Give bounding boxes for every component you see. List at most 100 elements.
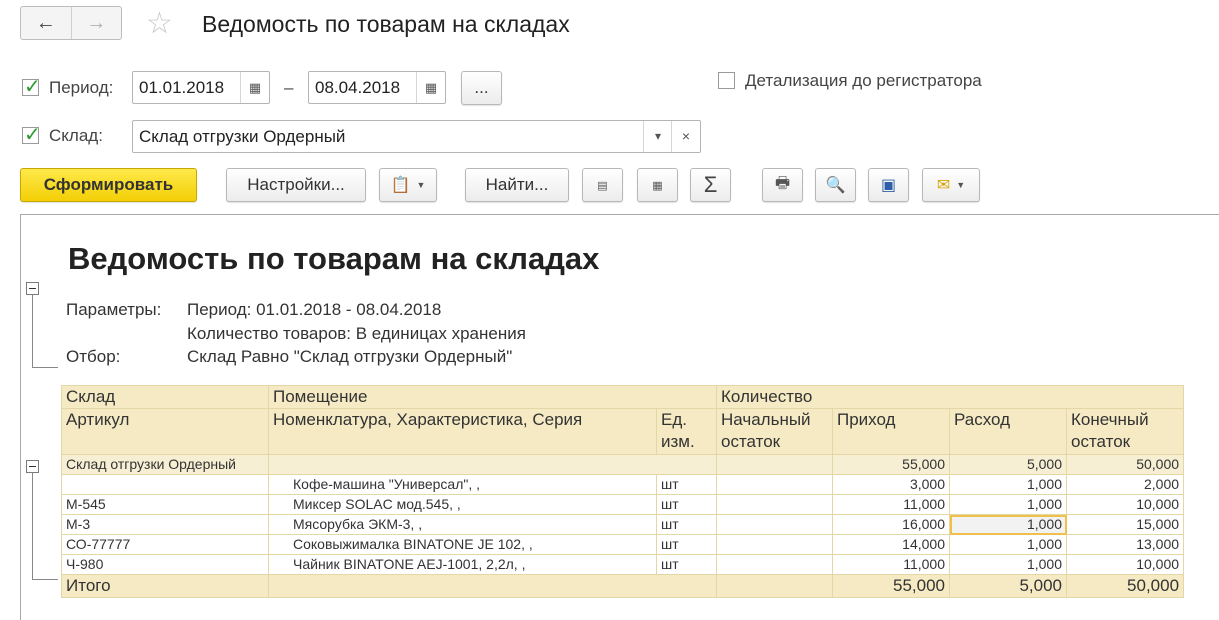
row-closing: 10,000 <box>1065 554 1185 575</box>
header-article: Артикул <box>61 408 269 455</box>
period-select-label: ... <box>474 78 489 97</box>
row-name: Соковыжималка BINATONE JE 102, , <box>268 534 657 555</box>
row-unit: шт <box>656 534 717 555</box>
collapse-group-icon[interactable] <box>26 460 39 473</box>
arrow-left-icon: ← <box>35 11 56 34</box>
total-label: Итого <box>61 574 269 598</box>
back-button[interactable]: ← <box>21 7 71 39</box>
table-row[interactable]: Кофе-машина "Универсал", , шт 3,000 1,00… <box>61 474 1185 495</box>
row-article: М-3 <box>61 514 269 535</box>
total-row[interactable]: Итого 55,000 5,000 50,000 <box>61 574 1185 598</box>
row-incoming: 11,000 <box>832 554 950 575</box>
total-incoming: 55,000 <box>832 574 950 598</box>
group-row[interactable]: Склад отгрузки Ордерный 55,000 5,000 50,… <box>61 454 1185 475</box>
warehouse-value: Склад отгрузки Ордерный <box>139 127 346 146</box>
header-unit: Ед. изм. <box>656 408 717 455</box>
selected-cell[interactable]: 1,000 <box>949 514 1067 535</box>
sum-button[interactable]: Σ <box>690 168 731 202</box>
period-from-field[interactable]: 01.01.2018 ▦ <box>132 71 270 104</box>
row-unit: шт <box>656 494 717 515</box>
group-line <box>32 473 33 579</box>
header-room: Помещение <box>268 385 717 409</box>
group-closing: 50,000 <box>1065 454 1185 475</box>
variants-button[interactable]: 📋 ▼ <box>379 168 437 202</box>
group-opening <box>716 454 833 475</box>
group-incoming: 55,000 <box>832 454 950 475</box>
collapse-groups-button[interactable]: ▤ <box>582 168 623 202</box>
row-closing: 2,000 <box>1065 474 1185 495</box>
table-row[interactable]: Ч-980 Чайник BINATONE AEJ-1001, 2,2л, , … <box>61 554 1185 575</box>
row-article <box>61 474 269 495</box>
checkmark-icon: ✓ <box>24 76 41 98</box>
header-nomenclature: Номенклатура, Характеристика, Серия <box>268 408 657 455</box>
forward-button[interactable]: → <box>70 7 122 39</box>
row-name: Миксер SOLAC мод.545, , <box>268 494 657 515</box>
detail-label: Детализация до регистратора <box>745 71 982 90</box>
row-article: СО-77777 <box>61 534 269 555</box>
warehouse-checkbox[interactable]: ✓ <box>22 124 41 146</box>
params-quantity: Количество товаров: В единицах хранения <box>187 324 526 343</box>
table-row[interactable]: М-545 Миксер SOLAC мод.545, , шт 11,000 … <box>61 494 1185 515</box>
row-incoming: 14,000 <box>832 534 950 555</box>
period-select-button[interactable]: ... <box>461 71 502 105</box>
arrow-right-icon: → <box>86 11 107 34</box>
header-opening: Начальный остаток <box>716 408 833 455</box>
period-to-value: 08.04.2018 <box>315 78 401 97</box>
row-outgoing: 1,000 <box>949 474 1067 495</box>
report-variants-icon: 📋 <box>390 177 411 194</box>
settings-button[interactable]: Настройки... <box>226 168 366 202</box>
preview-icon: 🔍 <box>825 177 846 194</box>
generate-button[interactable]: Сформировать <box>20 168 197 202</box>
row-opening <box>716 534 833 555</box>
preview-button[interactable]: 🔍 <box>815 168 856 202</box>
period-dash: – <box>284 78 294 97</box>
row-opening <box>716 514 833 535</box>
chevron-down-icon: ▼ <box>956 180 966 190</box>
params-label: Параметры: <box>66 300 162 319</box>
group-empty <box>268 454 717 475</box>
row-incoming: 3,000 <box>832 474 950 495</box>
group-outgoing: 5,000 <box>949 454 1067 475</box>
row-unit: шт <box>656 554 717 575</box>
send-button[interactable]: ✉ ▼ <box>922 168 980 202</box>
header-incoming: Приход <box>832 408 950 455</box>
generate-label: Сформировать <box>43 175 174 194</box>
row-opening <box>716 554 833 575</box>
table-row[interactable]: М-3 Мясорубка ЭКМ-3, , шт 16,000 1,000 1… <box>61 514 1185 535</box>
header-outgoing: Расход <box>949 408 1067 455</box>
row-unit: шт <box>656 474 717 495</box>
total-outgoing: 5,000 <box>949 574 1067 598</box>
printer-icon: 🖶 <box>774 174 791 192</box>
detail-checkbox[interactable] <box>718 72 735 89</box>
print-button[interactable]: 🖶 <box>762 168 803 202</box>
period-to-field[interactable]: 08.04.2018 ▦ <box>308 71 446 104</box>
envelope-icon: ✉ <box>936 177 951 194</box>
header-quantity: Количество <box>715 385 1185 409</box>
filter-label: Отбор: <box>66 347 121 366</box>
params-period: Период: 01.01.2018 - 08.04.2018 <box>187 300 442 319</box>
expand-icon: ▦ <box>652 179 663 192</box>
row-incoming: 11,000 <box>832 494 950 515</box>
favorite-star-icon[interactable]: ☆ <box>146 8 173 40</box>
dropdown-icon[interactable]: ▾ <box>643 121 672 152</box>
save-button[interactable]: ▣ <box>868 168 909 202</box>
group-name: Склад отгрузки Ордерный <box>61 454 269 475</box>
history-nav: ← → <box>20 6 122 40</box>
warehouse-field[interactable]: Склад отгрузки Ордерный ▾ × <box>132 120 701 153</box>
table-row[interactable]: СО-77777 Соковыжималка BINATONE JE 102, … <box>61 534 1185 555</box>
checkmark-icon: ✓ <box>24 124 41 146</box>
row-unit: шт <box>656 514 717 535</box>
row-incoming: 16,000 <box>832 514 950 535</box>
sigma-icon: Σ <box>703 172 718 197</box>
calendar-icon[interactable]: ▦ <box>416 72 445 103</box>
group-line <box>32 579 58 580</box>
period-checkbox[interactable]: ✓ <box>22 76 41 98</box>
period-from-value: 01.01.2018 <box>139 78 225 97</box>
clear-icon[interactable]: × <box>671 121 700 152</box>
calendar-icon[interactable]: ▦ <box>240 72 269 103</box>
collapse-params-icon[interactable] <box>26 282 39 295</box>
expand-groups-button[interactable]: ▦ <box>637 168 678 202</box>
report-table: Склад Помещение Количество Артикул Номен… <box>61 385 1185 598</box>
period-label: Период: <box>49 78 114 97</box>
find-button[interactable]: Найти... <box>465 168 569 202</box>
